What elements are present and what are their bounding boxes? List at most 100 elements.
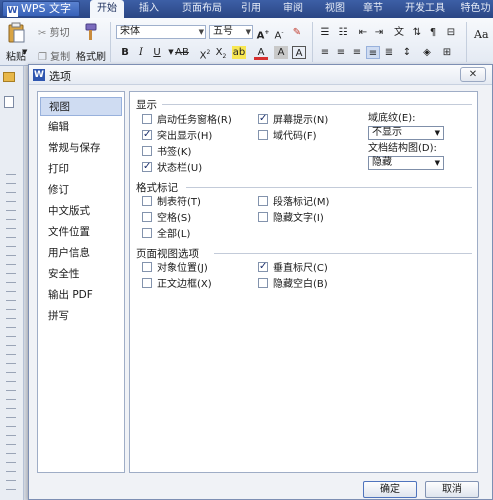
folder-icon[interactable] (3, 72, 15, 82)
tab-sections[interactable]: 章节 (358, 0, 388, 18)
category-spelling[interactable]: 拼写 (40, 307, 122, 326)
bullet-list-icon[interactable]: ☰ (318, 26, 332, 39)
category-user-info[interactable]: 用户信息 (40, 244, 122, 263)
checkbox[interactable] (258, 212, 268, 222)
option-label: 隐藏空白(B) (273, 279, 328, 290)
option-field-codes[interactable]: 域代码(F) (258, 130, 317, 143)
option-text-boundaries[interactable]: 正文边框(X) (142, 278, 212, 291)
checkbox[interactable] (142, 228, 152, 238)
italic-button[interactable]: I (134, 46, 148, 59)
superscript-button[interactable]: X2 (198, 46, 212, 61)
tab-review[interactable]: 审阅 (278, 0, 308, 18)
tab-features[interactable]: 特色功 (458, 0, 493, 18)
option-paragraph-marks[interactable]: 段落标记(M) (258, 196, 329, 209)
checkbox[interactable] (142, 146, 152, 156)
checkbox[interactable] (258, 112, 268, 125)
checkbox[interactable] (258, 278, 268, 288)
checkbox[interactable] (142, 278, 152, 288)
underline-button[interactable]: U (150, 46, 164, 59)
option-all-marks[interactable]: 全部(L) (142, 228, 190, 241)
option-screen-tips[interactable]: 屏幕提示(N) (258, 112, 328, 127)
font-size-select[interactable]: 五号 ▼ (209, 25, 253, 39)
option-label: 正文边框(X) (157, 279, 212, 290)
highlight-button[interactable]: ab (232, 46, 246, 59)
category-file-locations[interactable]: 文件位置 (40, 223, 122, 242)
category-view[interactable]: 视图 (40, 97, 122, 116)
paste-button[interactable] (6, 22, 30, 44)
checkbox[interactable] (142, 160, 152, 173)
tab-stops-icon[interactable]: ⊟ (444, 26, 458, 39)
align-right-icon[interactable]: ≡ (350, 46, 364, 59)
copy-button[interactable]: ❐ 复制 (38, 48, 70, 63)
sort-icon[interactable]: ⇅ (410, 26, 424, 39)
bold-button[interactable]: B (118, 46, 132, 59)
page-view-group-title: 页面视图选项 (136, 248, 199, 260)
subscript-button[interactable]: X2 (214, 46, 228, 60)
numbered-list-icon[interactable]: ☷ (336, 26, 350, 39)
tab-home[interactable]: 开始 (90, 0, 124, 18)
format-painter-button[interactable] (80, 22, 102, 42)
line-spacing-icon[interactable]: ↕ (400, 46, 414, 59)
justify-icon[interactable]: ≡ (366, 46, 380, 59)
shading-icon[interactable]: ◈ (420, 46, 434, 59)
option-tab-marks[interactable]: 制表符(T) (142, 196, 201, 209)
checkbox[interactable] (258, 196, 268, 206)
style-gallery-item[interactable]: Aa (474, 28, 489, 41)
option-highlight[interactable]: 突出显示(H) (142, 128, 212, 143)
close-button[interactable]: ✕ (460, 67, 486, 82)
checkbox[interactable] (142, 196, 152, 206)
field-shading-select[interactable]: 不显示 ▼ (368, 126, 444, 140)
category-edit[interactable]: 编辑 (40, 118, 122, 137)
option-hidden-text[interactable]: 隐藏文字(I) (258, 212, 324, 225)
option-vertical-ruler[interactable]: 垂直标尺(C) (258, 260, 328, 275)
checkbox[interactable] (258, 260, 268, 273)
cancel-button[interactable]: 取消 (425, 481, 479, 498)
chevron-down-icon[interactable]: ▼ (22, 48, 27, 56)
option-bookmarks[interactable]: 书签(K) (142, 146, 191, 159)
option-spaces[interactable]: 空格(S) (142, 212, 191, 225)
option-object-anchors[interactable]: 对象位置(J) (142, 262, 208, 275)
ok-button[interactable]: 确定 (363, 481, 417, 498)
dialog-titlebar[interactable]: W 选项 ✕ (29, 65, 492, 85)
category-print[interactable]: 打印 (40, 160, 122, 179)
distribute-icon[interactable]: ≣ (382, 46, 396, 59)
checkbox[interactable] (142, 212, 152, 222)
category-general-save[interactable]: 常规与保存 (40, 139, 122, 158)
checkbox[interactable] (142, 128, 152, 141)
option-status-bar[interactable]: 状态栏(U) (142, 160, 202, 175)
doc-map-select[interactable]: 隐藏 ▼ (368, 156, 444, 170)
clear-format-icon[interactable]: ✎ (290, 26, 304, 39)
checkbox[interactable] (142, 114, 152, 124)
page-icon[interactable] (4, 96, 14, 108)
option-hide-whitespace[interactable]: 隐藏空白(B) (258, 278, 328, 291)
strikethrough-button[interactable]: AB (172, 46, 192, 59)
char-border-button[interactable]: A (292, 46, 306, 59)
font-color-button[interactable]: A (254, 46, 268, 60)
tab-view[interactable]: 视图 (320, 0, 350, 18)
decrease-indent-icon[interactable]: ⇤ (356, 26, 370, 39)
font-name-select[interactable]: 宋体 ▼ (116, 25, 206, 39)
category-security[interactable]: 安全性 (40, 265, 122, 284)
option-label: 隐藏文字(I) (273, 213, 324, 224)
show-marks-icon[interactable]: ¶ (426, 26, 440, 39)
cut-button[interactable]: ✂ 剪切 (38, 24, 70, 39)
tab-references[interactable]: 引用 (236, 0, 266, 18)
app-menu-button[interactable]: WWPS 文字▼ (2, 1, 80, 29)
checkbox[interactable] (142, 262, 152, 272)
tab-developer[interactable]: 开发工具 (400, 0, 450, 18)
increase-indent-icon[interactable]: ⇥ (372, 26, 386, 39)
align-left-icon[interactable]: ≡ (318, 46, 332, 59)
tab-insert[interactable]: 插入 (134, 0, 164, 18)
align-center-icon[interactable]: ≡ (334, 46, 348, 59)
category-export-pdf[interactable]: 输出 PDF (40, 286, 122, 305)
shrink-font-button[interactable]: A- (272, 26, 286, 41)
category-revisions[interactable]: 修订 (40, 181, 122, 200)
grow-font-button[interactable]: A+ (256, 26, 270, 41)
checkbox[interactable] (258, 130, 268, 140)
borders-icon[interactable]: ⊞ (440, 46, 454, 59)
category-chinese-layout[interactable]: 中文版式 (40, 202, 122, 221)
tab-page-layout[interactable]: 页面布局 (174, 0, 230, 18)
char-shading-button[interactable]: A (274, 46, 288, 59)
chinese-layout-icon[interactable]: 文 (392, 26, 406, 39)
option-startup-taskpane[interactable]: 启动任务窗格(R) (142, 114, 232, 127)
